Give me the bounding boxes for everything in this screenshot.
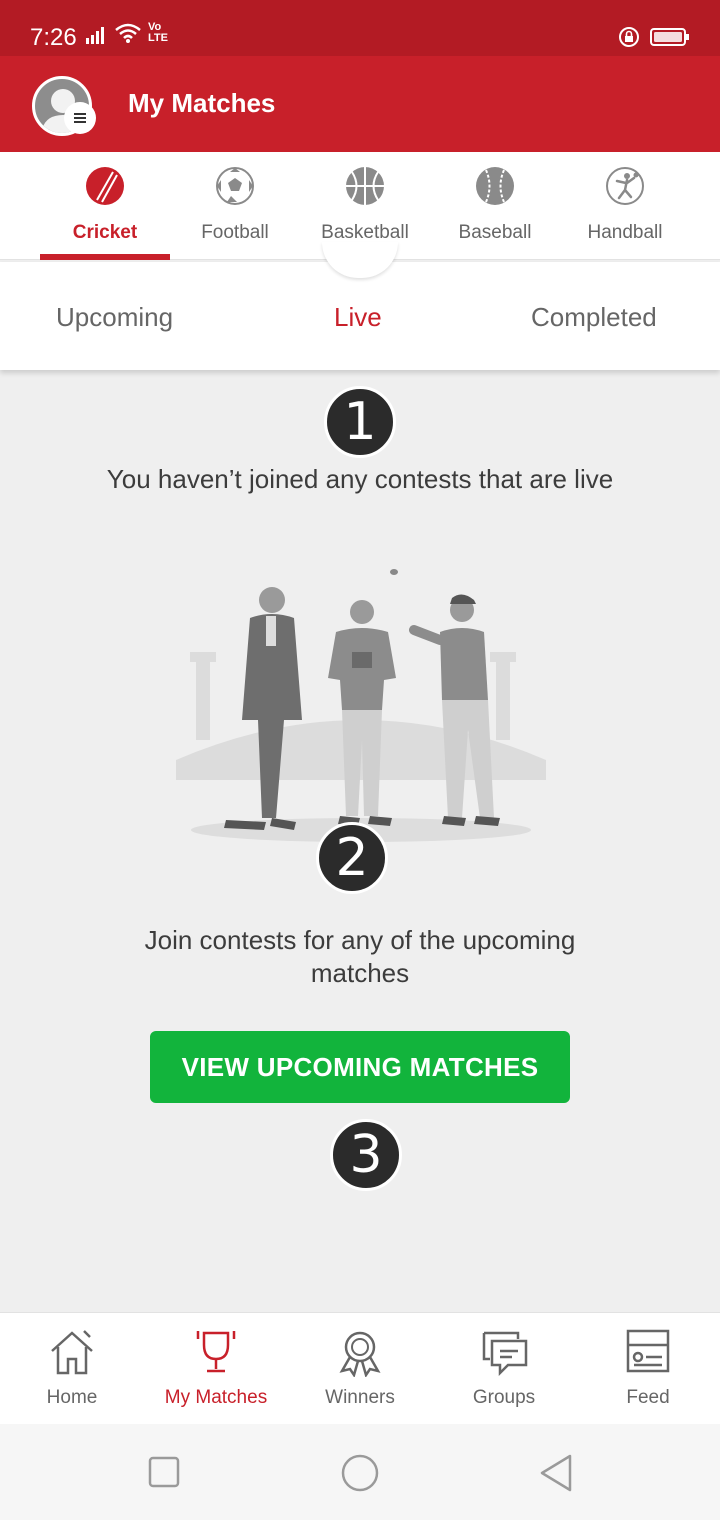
handball-icon [606,167,644,205]
pull-handle [322,242,398,278]
nav-label: Feed [626,1387,670,1408]
football-icon [216,167,254,205]
tab-label: Football [201,222,269,243]
tab-label: Baseball [458,222,532,243]
step-marker-2: 2 [316,822,388,894]
tab-cricket[interactable]: Cricket [40,152,170,260]
battery-icon [650,28,689,46]
tab-completed[interactable]: Completed [531,302,657,333]
tab-live[interactable]: Live [334,302,382,333]
home-circle-icon[interactable] [340,1453,380,1493]
system-navigation-bar [0,1424,720,1520]
page-title: My Matches [128,88,276,118]
empty-state-title: You haven’t joined any contests that are… [106,464,614,494]
step-marker-1: 1 [324,386,396,458]
chat-icon [482,1331,528,1377]
tab-handball[interactable]: Handball [560,152,690,260]
trophy-icon [196,1331,236,1373]
app-bar: My Matches [0,56,720,152]
award-ribbon-icon [339,1331,381,1377]
volte-label: Vo LTE [148,21,168,44]
recent-apps-icon[interactable] [148,1456,180,1488]
feed-card-icon [626,1329,670,1373]
nav-winners[interactable]: Winners [288,1313,432,1425]
empty-state-subtitle: Join contests for any of the upcoming ma… [144,925,576,988]
home-icon [51,1330,93,1375]
menu-icon[interactable] [64,102,96,134]
rotation-lock-icon [619,27,639,47]
back-icon[interactable] [538,1453,574,1493]
tab-label: Handball [587,222,663,243]
nav-label: Winners [325,1387,395,1408]
nav-home[interactable]: Home [0,1313,144,1425]
players-illustration [176,569,546,842]
step-marker-3: 3 [330,1119,402,1191]
nav-groups[interactable]: Groups [432,1313,576,1425]
nav-feed[interactable]: Feed [576,1313,720,1425]
status-icons-right [618,26,690,48]
status-bar: 7:26 Vo LTE [0,0,720,56]
nav-label: My Matches [164,1387,268,1408]
nav-my-matches[interactable]: My Matches [144,1313,288,1425]
basketball-icon [346,167,384,205]
signal-icon [86,27,104,44]
view-upcoming-matches-button[interactable]: VIEW UPCOMING MATCHES [150,1031,570,1103]
tab-football[interactable]: Football [170,152,300,260]
nav-label: Groups [472,1387,536,1408]
tab-label: Basketball [321,222,409,243]
wifi-icon [115,23,141,43]
cricket-ball-icon [86,167,124,205]
status-icons: Vo LTE [86,22,172,44]
bottom-navigation: Home My Matches Winners Groups Feed [0,1312,720,1424]
active-tab-indicator [40,254,170,260]
tab-upcoming[interactable]: Upcoming [56,302,173,333]
match-status-tabs: Upcoming Live Completed [0,242,720,370]
tab-label: Cricket [72,222,138,243]
status-time: 7:26 [30,24,77,51]
baseball-icon [476,167,514,205]
nav-label: Home [46,1387,98,1408]
tab-baseball[interactable]: Baseball [430,152,560,260]
